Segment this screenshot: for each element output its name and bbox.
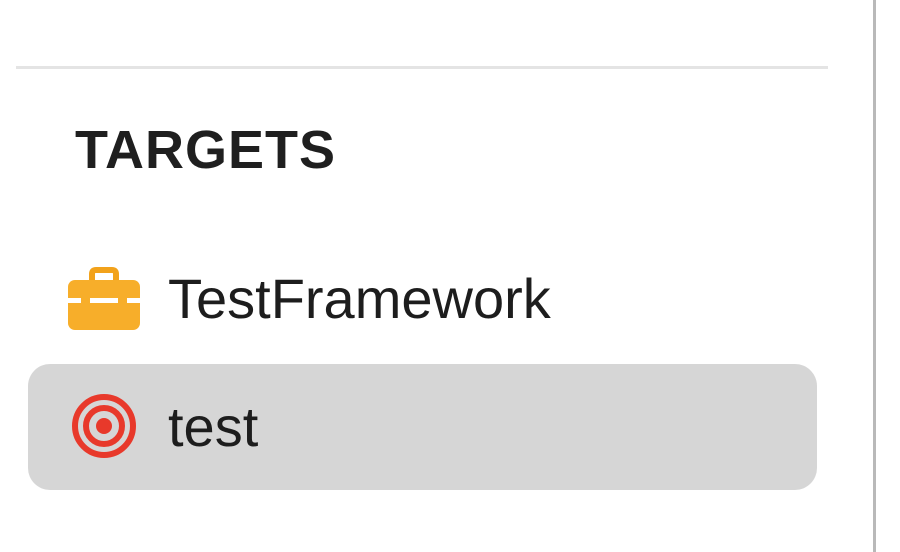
target-item-testframework[interactable]: TestFramework: [28, 236, 817, 362]
target-icon: [72, 394, 136, 458]
target-label: test: [168, 395, 259, 458]
pane-separator[interactable]: [873, 0, 876, 552]
targets-section-title: TARGETS: [75, 120, 336, 180]
toolbox-icon: [68, 267, 140, 330]
target-label: TestFramework: [168, 267, 551, 330]
section-divider: [16, 66, 828, 69]
targets-sidebar: TARGETS TestFramework test: [0, 0, 900, 552]
target-item-test[interactable]: test: [28, 364, 817, 490]
